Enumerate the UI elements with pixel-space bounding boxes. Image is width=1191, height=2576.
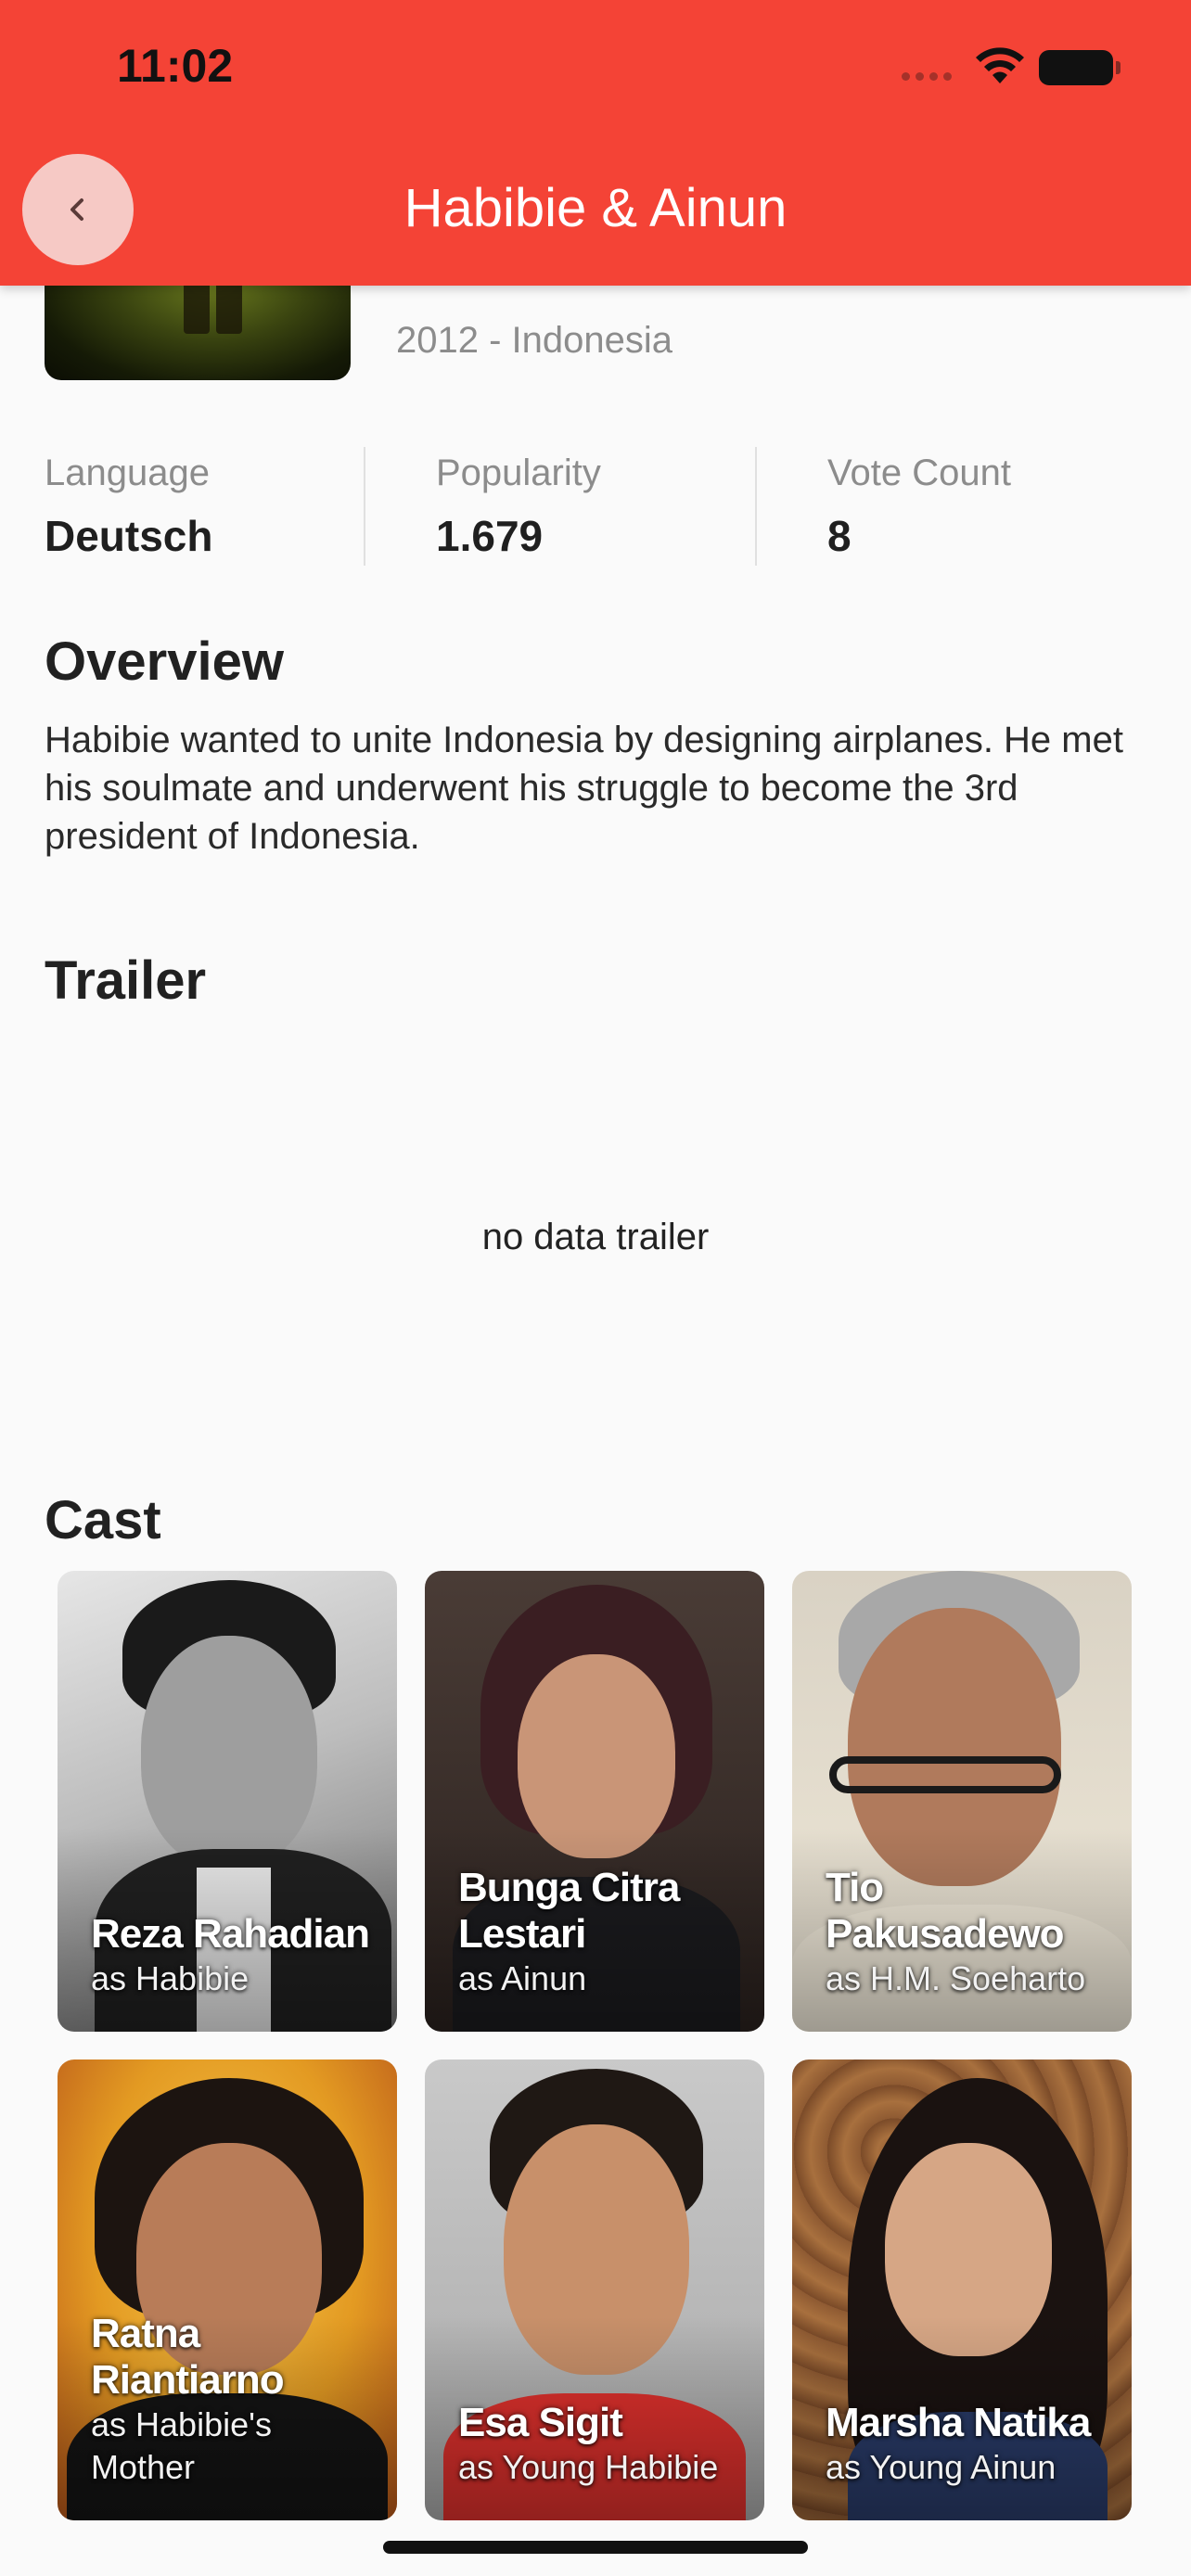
cast-card[interactable]: Bunga Citra Lestari as Ainun	[425, 1571, 764, 2032]
stat-vote-count: Vote Count 8	[755, 447, 1146, 566]
stat-value: 8	[827, 512, 852, 560]
cast-name: Tio Pakusadewo	[826, 1865, 1065, 1957]
wifi-icon	[976, 47, 1024, 83]
stat-label: Vote Count	[827, 453, 1011, 493]
stat-label: Popularity	[436, 453, 601, 493]
cast-card[interactable]: Marsha Natika as Young Ainun	[792, 2060, 1132, 2520]
stat-label: Language	[45, 453, 210, 493]
cast-role: as Habibie	[91, 1959, 250, 1997]
cast-role: as Ainun	[458, 1959, 587, 1997]
overview-heading: Overview	[45, 631, 284, 692]
stat-popularity: Popularity 1.679	[364, 447, 755, 566]
stat-value: Deutsch	[45, 512, 213, 560]
movie-detail-content: 2012 - Indonesia Language Deutsch Popula…	[0, 0, 1191, 2576]
trailer-empty-message: no data trailer	[481, 1217, 710, 1257]
cast-card[interactable]: Esa Sigit as Young Habibie	[425, 2060, 764, 2520]
cast-name: Ratna Riantiarno	[91, 2311, 285, 2403]
cellular-signal-icon	[902, 72, 952, 81]
cast-name: Marsha Natika	[826, 2400, 1091, 2445]
cast-role: as Young Ainun	[826, 2448, 1057, 2486]
stat-language: Language Deutsch	[45, 447, 364, 566]
cast-name: Esa Sigit	[458, 2400, 623, 2445]
movie-year-country: 2012 - Indonesia	[396, 320, 673, 361]
overview-text: Habibie wanted to unite Indonesia by des…	[45, 720, 1123, 857]
cast-role: as Young Habibie	[458, 2448, 719, 2486]
cast-name: Bunga Citra Lestari	[458, 1865, 680, 1957]
battery-icon	[1039, 50, 1121, 85]
trailer-heading: Trailer	[45, 950, 207, 1011]
home-indicator[interactable]	[383, 2541, 808, 2554]
cast-grid: Reza Rahadian as Habibie Bunga Citra Les…	[58, 1571, 1133, 2520]
stat-value: 1.679	[436, 512, 544, 560]
cast-role: as Habibie's Mother	[91, 2405, 272, 2486]
cast-card[interactable]: Reza Rahadian as Habibie	[58, 1571, 397, 2032]
cast-heading: Cast	[45, 1490, 161, 1550]
cast-role: as H.M. Soeharto	[826, 1959, 1086, 1997]
cast-name: Reza Rahadian	[91, 1911, 370, 1957]
movie-stats: Language Deutsch Popularity 1.679 Vote C…	[45, 447, 1146, 566]
status-bar-time: 11:02	[117, 40, 234, 92]
cast-card[interactable]: Tio Pakusadewo as H.M. Soeharto	[792, 1571, 1132, 2032]
app-bar: 11:02 Habibie & Ainun	[0, 0, 1191, 286]
cast-card[interactable]: Ratna Riantiarno as Habibie's Mother	[58, 2060, 397, 2520]
page-title: Habibie & Ainun	[403, 178, 788, 238]
